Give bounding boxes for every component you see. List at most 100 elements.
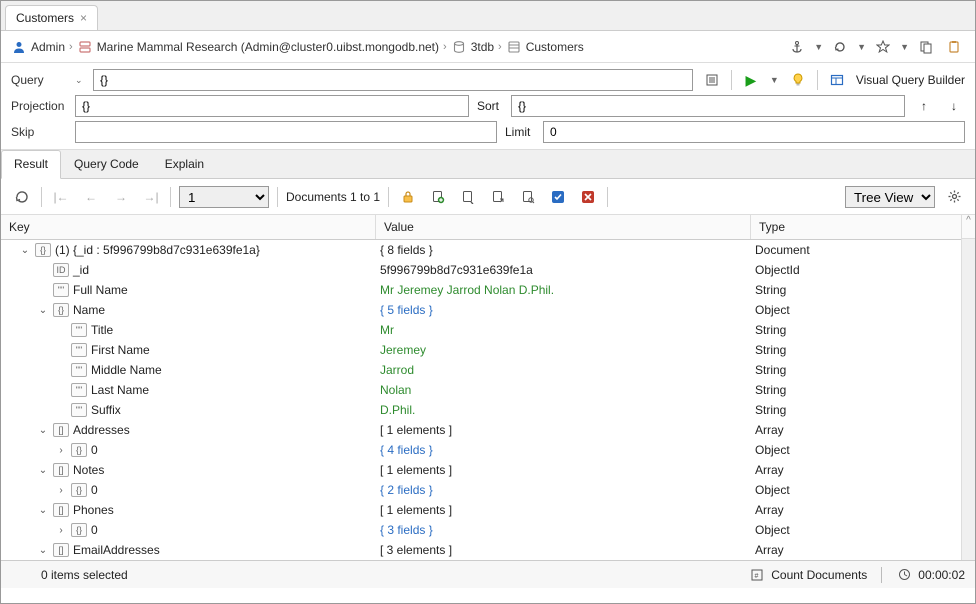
expander-icon[interactable]: ⌄	[37, 465, 49, 476]
first-page-icon[interactable]: |←	[50, 186, 72, 208]
expander-icon[interactable]: ⌄	[19, 245, 31, 256]
tab-query-code[interactable]: Query Code	[61, 150, 152, 178]
gear-icon[interactable]	[943, 186, 965, 208]
tree-row[interactable]: ⌄[]Notes[ 1 elements ]Array	[1, 460, 961, 480]
tree-row[interactable]: ›{}0{ 4 fields }Object	[1, 440, 961, 460]
lock-icon[interactable]	[397, 186, 419, 208]
tree-row[interactable]: ›{}0{ 3 fields }Object	[1, 520, 961, 540]
field-key: Full Name	[73, 283, 128, 297]
expander-icon[interactable]: ⌄	[37, 425, 49, 436]
field-value[interactable]: 5f996799b8d7c931e639fe1a	[376, 263, 751, 277]
col-header-key[interactable]: Key	[1, 215, 376, 239]
count-documents-button[interactable]: # Count Documents	[749, 567, 867, 583]
field-value[interactable]: D.Phil.	[376, 403, 751, 417]
tree-row[interactable]: ⌄[]Phones[ 1 elements ]Array	[1, 500, 961, 520]
page-select[interactable]: 1	[179, 186, 269, 208]
field-type-icon: ""	[71, 383, 87, 397]
tree-row[interactable]: ⌄[]Addresses[ 1 elements ]Array	[1, 420, 961, 440]
field-value[interactable]: { 3 fields }	[376, 523, 751, 537]
field-type: String	[751, 383, 961, 397]
tree-row[interactable]: ""Last NameNolanString	[1, 380, 961, 400]
dropdown-caret-icon[interactable]: ▼	[814, 42, 823, 52]
field-value[interactable]: Jarrod	[376, 363, 751, 377]
sort-desc-icon[interactable]: ↓	[943, 95, 965, 117]
vertical-scrollbar[interactable]: ^	[961, 215, 975, 560]
field-key: _id	[73, 263, 89, 277]
field-type: Array	[751, 463, 961, 477]
favorite-icon[interactable]	[872, 36, 894, 58]
breadcrumb-database[interactable]: 3tdb	[471, 40, 494, 54]
field-value[interactable]: Nolan	[376, 383, 751, 397]
result-tree-body[interactable]: ⌄{}(1) {_id : 5f996799b8d7c931e639fe1a}{…	[1, 240, 961, 560]
limit-input[interactable]	[543, 121, 965, 143]
expander-icon[interactable]: ›	[55, 485, 67, 496]
run-dropdown-caret-icon[interactable]: ▼	[770, 75, 779, 85]
collection-icon	[506, 39, 522, 55]
dropdown-caret-icon[interactable]: ▼	[857, 42, 866, 52]
tab-result[interactable]: Result	[1, 150, 61, 179]
hint-icon[interactable]	[787, 69, 809, 91]
dropdown-caret-icon[interactable]: ▼	[900, 42, 909, 52]
field-value[interactable]: { 4 fields }	[376, 443, 751, 457]
field-value[interactable]: Mr Jeremey Jarrod Nolan D.Phil.	[376, 283, 751, 297]
projection-input[interactable]	[75, 95, 469, 117]
field-value[interactable]: { 5 fields }	[376, 303, 751, 317]
tree-row[interactable]: ›{}0{ 2 fields }Object	[1, 480, 961, 500]
refresh-icon[interactable]	[11, 186, 33, 208]
breadcrumb-connection[interactable]: Marine Mammal Research (Admin@cluster0.u…	[97, 40, 439, 54]
vqb-label[interactable]: Visual Query Builder	[856, 73, 965, 87]
tree-row[interactable]: ""Full NameMr Jeremey Jarrod Nolan D.Phi…	[1, 280, 961, 300]
query-input[interactable]	[93, 69, 693, 91]
copy-icon[interactable]	[915, 36, 937, 58]
col-header-type[interactable]: Type	[751, 215, 961, 239]
vqb-icon[interactable]	[826, 69, 848, 91]
tree-row[interactable]: ""First NameJeremeyString	[1, 340, 961, 360]
tree-row[interactable]: ⌄{}Name{ 5 fields }Object	[1, 300, 961, 320]
tree-row[interactable]: ⌄{}(1) {_id : 5f996799b8d7c931e639fe1a}{…	[1, 240, 961, 260]
last-page-icon[interactable]: →|	[140, 186, 162, 208]
tab-explain[interactable]: Explain	[152, 150, 217, 178]
field-value[interactable]: Mr	[376, 323, 751, 337]
tree-row[interactable]: ⌄[]EmailAddresses[ 3 elements ]Array	[1, 540, 961, 560]
field-value[interactable]: Jeremey	[376, 343, 751, 357]
delete-icon[interactable]	[577, 186, 599, 208]
anchor-icon[interactable]	[786, 36, 808, 58]
tab-customers[interactable]: Customers ×	[5, 5, 98, 30]
expander-icon[interactable]: ⌄	[37, 305, 49, 316]
sort-input[interactable]	[511, 95, 905, 117]
expander-icon[interactable]: ⌄	[37, 505, 49, 516]
tree-row[interactable]: ""Middle NameJarrodString	[1, 360, 961, 380]
field-value[interactable]: { 8 fields }	[376, 243, 751, 257]
view-mode-select[interactable]: Tree View	[845, 186, 935, 208]
field-value[interactable]: [ 1 elements ]	[376, 463, 751, 477]
breadcrumb-collection[interactable]: Customers	[526, 40, 584, 54]
skip-input[interactable]	[75, 121, 497, 143]
field-value[interactable]: [ 1 elements ]	[376, 503, 751, 517]
find-document-icon[interactable]	[517, 186, 539, 208]
run-query-button[interactable]: ▶	[740, 69, 762, 91]
tree-row[interactable]: ID_id5f996799b8d7c931e639fe1aObjectId	[1, 260, 961, 280]
paste-icon[interactable]	[943, 36, 965, 58]
query-options-icon[interactable]	[701, 69, 723, 91]
close-icon[interactable]: ×	[80, 11, 87, 25]
expander-icon[interactable]: ›	[55, 445, 67, 456]
export-document-icon[interactable]	[487, 186, 509, 208]
view-document-icon[interactable]	[457, 186, 479, 208]
next-page-icon[interactable]: →	[110, 186, 132, 208]
query-history-dropdown[interactable]: ⌄	[75, 75, 85, 86]
col-header-value[interactable]: Value	[376, 215, 751, 239]
sort-asc-icon[interactable]: ↑	[913, 95, 935, 117]
add-document-icon[interactable]	[427, 186, 449, 208]
field-value[interactable]: [ 3 elements ]	[376, 543, 751, 557]
expander-icon[interactable]: ⌄	[37, 545, 49, 556]
validate-icon[interactable]	[547, 186, 569, 208]
breadcrumb-user[interactable]: Admin	[31, 40, 65, 54]
tree-row[interactable]: ""SuffixD.Phil.String	[1, 400, 961, 420]
prev-page-icon[interactable]: ←	[80, 186, 102, 208]
field-type: Object	[751, 483, 961, 497]
tree-row[interactable]: ""TitleMrString	[1, 320, 961, 340]
refresh-dropdown-icon[interactable]	[829, 36, 851, 58]
field-value[interactable]: { 2 fields }	[376, 483, 751, 497]
expander-icon[interactable]: ›	[55, 525, 67, 536]
field-value[interactable]: [ 1 elements ]	[376, 423, 751, 437]
